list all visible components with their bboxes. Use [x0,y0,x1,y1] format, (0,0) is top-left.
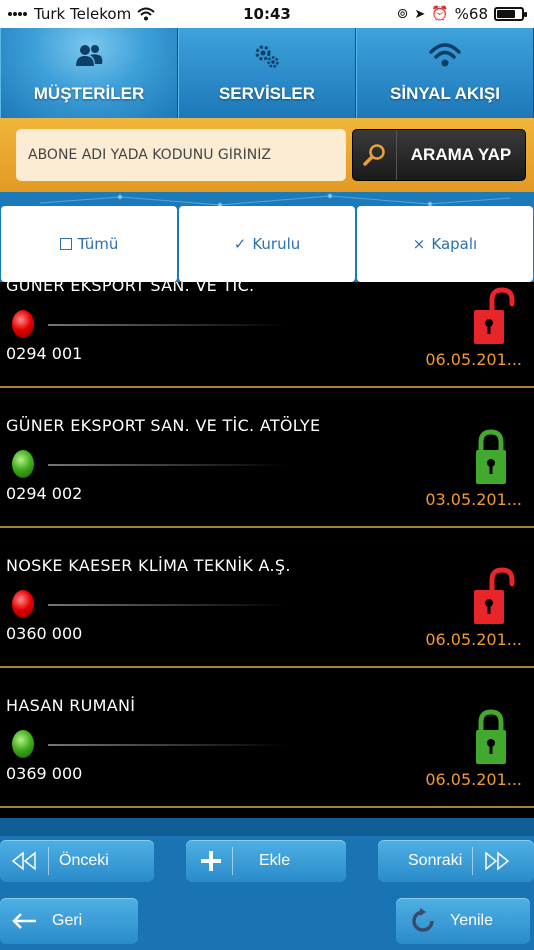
tab-servisler[interactable]: SERVİSLER [178,28,356,118]
filter-bar: Tümü ✓ Kurulu × Kapalı [0,206,534,282]
filter-installed[interactable]: ✓ Kurulu [179,206,355,282]
network-pattern-icon [39,193,511,206]
filter-label: Tümü [77,235,119,253]
status-led-red [12,310,34,338]
battery-percent: %68 [454,5,488,23]
list-item[interactable]: NOSKE KAESER KLİMA TEKNİK A.Ş. 0360 000 … [0,528,534,668]
status-led-green [12,730,34,758]
filter-label: Kapalı [431,235,478,253]
customer-list-inner: GÜNER EKSPORT SAN. VE TİC. 0294 001 06.0… [0,282,534,808]
tab-label: MÜŞTERİLER [33,84,145,103]
refresh-button[interactable]: Yenile [396,898,530,944]
list-item[interactable]: HASAN RUMANİ 0369 000 06.05.201... [0,668,534,808]
customer-code: 0360 000 [6,624,83,643]
gears-icon [255,45,279,68]
customer-code: 0369 000 [6,764,83,783]
search-input[interactable] [16,129,346,181]
check-icon: ✓ [233,235,247,253]
users-icon [76,45,103,66]
customer-date: 06.05.201... [425,630,522,649]
plus-icon [200,850,222,872]
alarm-icon: ⏰ [431,6,449,22]
main-tabs: MÜŞTERİLER SERVİSLER SİNYAL AKIŞI [0,28,534,118]
divider-line [48,744,288,746]
customer-name: NOSKE KAESER KLİMA TEKNİK A.Ş. [6,556,291,575]
refresh-icon [410,908,436,934]
list-item[interactable]: GÜNER EKSPORT SAN. VE TİC. ATÖLYE 0294 0… [0,388,534,528]
decorative-network-strip [0,192,534,206]
previous-label: Önceki [59,852,109,869]
add-button[interactable]: Ekle [186,840,346,882]
customer-date: 06.05.201... [425,350,522,369]
filter-label: Kurulu [252,235,301,253]
back-label: Geri [52,912,83,929]
tab-label: SERVİSLER [218,84,316,103]
arrow-left-icon [10,911,38,931]
customer-date: 06.05.201... [425,770,522,789]
add-label: Ekle [259,852,291,869]
location-icon: ➤ [414,6,426,22]
search-button-label: ARAMA YAP [410,145,512,164]
status-bar: Turk Telekom 10:43 ⊚ ➤ ⏰ %68 [0,0,534,28]
back-button[interactable]: Geri [0,898,138,944]
refresh-label: Yenile [450,912,494,929]
rotation-lock-icon: ⊚ [396,6,409,22]
double-chevron-left-icon [10,851,38,871]
customer-name: GÜNER EKSPORT SAN. VE TİC. ATÖLYE [6,416,321,435]
battery-icon [494,7,527,21]
bottom-navigation: Önceki Ekle Sonraki Geri Yenile [0,836,534,950]
unlocked-lock-icon [474,287,515,344]
customer-list[interactable]: GÜNER EKSPORT SAN. VE TİC. 0294 001 06.0… [0,282,534,818]
customer-date: 03.05.201... [425,490,522,509]
filter-all[interactable]: Tümü [1,206,177,282]
divider-line [48,604,288,606]
customer-code: 0294 002 [6,484,83,503]
button-divider [232,847,233,875]
unlocked-lock-icon [474,567,515,624]
customer-code: 0294 001 [6,344,83,363]
filter-closed[interactable]: × Kapalı [357,206,533,282]
locked-lock-icon [476,709,506,764]
divider-line [48,464,288,466]
tab-sinyal-akisi[interactable]: SİNYAL AKIŞI [356,28,534,118]
search-icon [353,130,397,180]
customer-name: HASAN RUMANİ [6,696,136,715]
next-button[interactable]: Sonraki [378,840,534,882]
status-led-green [12,450,34,478]
x-icon: × [412,235,426,253]
button-divider [48,847,49,875]
locked-lock-icon [476,429,506,484]
status-right: ⊚ ➤ ⏰ %68 [396,5,527,23]
status-led-red [12,590,34,618]
tab-musteriler[interactable]: MÜŞTERİLER [0,28,178,118]
checkbox-icon [59,238,72,250]
previous-button[interactable]: Önceki [0,840,154,882]
search-button[interactable]: ARAMA YAP [352,129,526,181]
button-divider [472,847,474,875]
tab-label: SİNYAL AKIŞI [390,84,500,103]
battery-fill [497,10,515,18]
search-area: ARAMA YAP [0,118,534,192]
double-chevron-right-icon [483,851,511,871]
customer-name: GÜNER EKSPORT SAN. VE TİC. [6,282,255,295]
list-item[interactable]: GÜNER EKSPORT SAN. VE TİC. 0294 001 06.0… [0,282,534,388]
divider-line [48,324,288,326]
wifi-icon [429,43,461,67]
next-label: Sonraki [408,852,463,869]
